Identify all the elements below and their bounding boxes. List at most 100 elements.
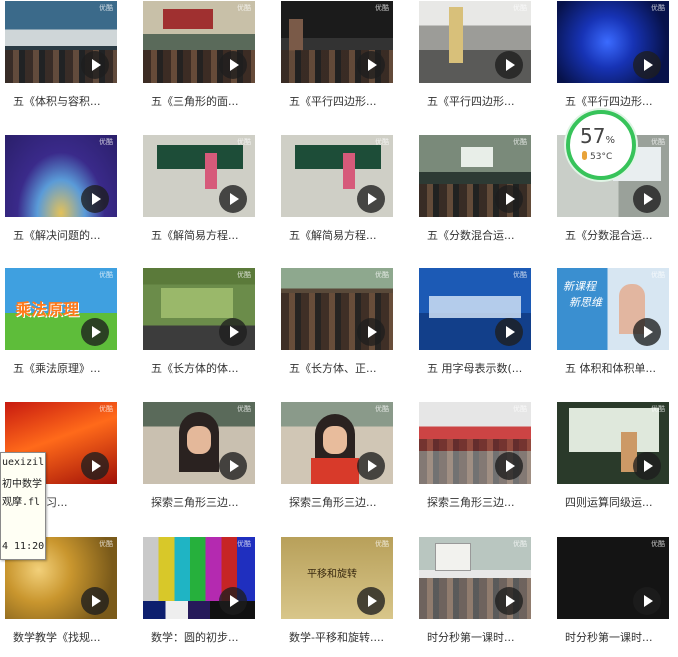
watermark: 优酷 — [237, 405, 251, 413]
video-thumbnail: 优酷 — [281, 268, 393, 350]
play-icon[interactable] — [219, 587, 247, 615]
play-icon[interactable] — [219, 51, 247, 79]
video-tile[interactable]: 优酷 五《解决问题的... — [5, 135, 117, 255]
play-icon[interactable] — [633, 185, 661, 213]
watermark: 优酷 — [375, 540, 389, 548]
video-title[interactable]: 五《分数混合运... — [427, 227, 531, 243]
video-title[interactable]: 五《分数混合运... — [565, 227, 669, 243]
video-tile[interactable]: 优酷 五《平行四边形... — [557, 1, 669, 121]
play-icon[interactable] — [495, 452, 523, 480]
video-tile[interactable]: 乘法原理 优酷 五《乘法原理》... — [5, 268, 117, 388]
video-title[interactable]: 时分秒第一课时... — [565, 629, 669, 645]
video-thumbnail: 优酷 — [143, 402, 255, 484]
video-tile[interactable]: 新课程 新思维 优酷 五 体积和体积单... — [557, 268, 669, 388]
tooltip-line: 4 11:20 — [2, 541, 45, 552]
video-tile[interactable]: 优酷 探索三角形三边... — [419, 402, 531, 522]
video-title[interactable]: 探索三角形三边... — [427, 494, 531, 510]
watermark: 优酷 — [237, 540, 251, 548]
video-title[interactable]: 五《解简易方程... — [289, 227, 393, 243]
watermark: 优酷 — [99, 4, 113, 12]
video-tile[interactable]: 优酷 四则运算同级运... — [557, 402, 669, 522]
play-icon[interactable] — [633, 51, 661, 79]
video-tile[interactable]: 优酷 五《三角形的面... — [143, 1, 255, 121]
video-thumbnail: 优酷 — [5, 1, 117, 83]
video-title[interactable]: 时分秒第一课时... — [427, 629, 531, 645]
thumbnail-title-text: 平移和旋转 — [307, 569, 357, 580]
watermark: 优酷 — [651, 138, 665, 146]
video-title[interactable]: 五《解简易方程... — [151, 227, 255, 243]
temperature-readout: 53°C — [582, 151, 612, 162]
video-title[interactable]: 五《平行四边形... — [565, 93, 669, 109]
play-icon[interactable] — [357, 587, 385, 615]
video-tile[interactable]: 优酷 五《长方体、正... — [281, 268, 393, 388]
video-tile[interactable]: 优酷 五《长方体的体... — [143, 268, 255, 388]
video-grid: 优酷 五《体积与容积... 优酷 五《三角形的面... 优酷 五《平行四边形..… — [0, 0, 678, 652]
watermark: 优酷 — [513, 540, 527, 548]
video-title[interactable]: 五《乘法原理》... — [13, 360, 117, 376]
video-tile[interactable]: 优酷 五《体积与容积... — [5, 1, 117, 121]
video-title[interactable]: 四则运算同级运... — [565, 494, 669, 510]
play-icon[interactable] — [357, 318, 385, 346]
play-icon[interactable] — [81, 185, 109, 213]
video-thumbnail: 优酷 — [419, 537, 531, 619]
play-icon[interactable] — [81, 587, 109, 615]
file-tooltip: uexizil 初中数学 观摩.fl 4 11:20 — [0, 452, 46, 560]
video-title[interactable]: 五 体积和体积单... — [565, 360, 669, 376]
video-tile[interactable]: 优酷 时分秒第一课时... — [557, 537, 669, 657]
thermometer-icon — [582, 151, 587, 160]
video-thumbnail: 优酷 — [557, 1, 669, 83]
video-thumbnail: 优酷 — [419, 1, 531, 83]
memory-usage: 57% — [580, 124, 615, 148]
play-icon[interactable] — [633, 587, 661, 615]
video-tile[interactable]: 优酷 五《平行四边形... — [419, 1, 531, 121]
video-title[interactable]: 探索三角形三边... — [289, 494, 393, 510]
video-thumbnail: 优酷 — [143, 1, 255, 83]
video-title[interactable]: 五《解决问题的... — [13, 227, 117, 243]
video-tile[interactable]: 优酷 探索三角形三边... — [143, 402, 255, 522]
play-icon[interactable] — [219, 452, 247, 480]
video-tile[interactable]: 优酷 五《解简易方程... — [281, 135, 393, 255]
system-monitor-badge[interactable]: 57% 53°C — [566, 110, 636, 180]
video-title[interactable]: 五《体积与容积... — [13, 93, 117, 109]
play-icon[interactable] — [633, 318, 661, 346]
video-title[interactable]: 五《长方体的体... — [151, 360, 255, 376]
memory-usage-unit: % — [605, 135, 615, 146]
video-tile[interactable]: 优酷 时分秒第一课时... — [419, 537, 531, 657]
play-icon[interactable] — [219, 185, 247, 213]
video-tile[interactable]: 优酷 数学：圆的初步... — [143, 537, 255, 657]
video-title[interactable]: 五《三角形的面... — [151, 93, 255, 109]
video-title[interactable]: 数学-平移和旋转.... — [289, 629, 393, 645]
play-icon[interactable] — [219, 318, 247, 346]
play-icon[interactable] — [81, 51, 109, 79]
video-tile[interactable]: 优酷 五《解简易方程... — [143, 135, 255, 255]
video-title[interactable]: 五《平行四边形... — [427, 93, 531, 109]
play-icon[interactable] — [495, 318, 523, 346]
play-icon[interactable] — [357, 51, 385, 79]
play-icon[interactable] — [81, 452, 109, 480]
play-icon[interactable] — [495, 185, 523, 213]
play-icon[interactable] — [495, 51, 523, 79]
video-title[interactable]: 五《长方体、正... — [289, 360, 393, 376]
video-tile[interactable]: 优酷 五《分数混合运... — [419, 135, 531, 255]
video-tile[interactable]: 优酷 五 用字母表示数(... — [419, 268, 531, 388]
video-title[interactable]: 五《平行四边形... — [289, 93, 393, 109]
video-tile[interactable]: 优酷 五《平行四边形... — [281, 1, 393, 121]
video-title[interactable]: 数学教学《找规... — [13, 629, 117, 645]
video-title[interactable]: 探索三角形三边... — [151, 494, 255, 510]
play-icon[interactable] — [357, 185, 385, 213]
play-icon[interactable] — [81, 318, 109, 346]
video-thumbnail: 优酷 — [5, 135, 117, 217]
play-icon[interactable] — [495, 587, 523, 615]
play-icon[interactable] — [633, 452, 661, 480]
video-tile[interactable]: 优酷 探索三角形三边... — [281, 402, 393, 522]
video-thumbnail: 优酷 — [281, 1, 393, 83]
watermark: 优酷 — [237, 4, 251, 12]
video-tile[interactable]: 平移和旋转 优酷 数学-平移和旋转.... — [281, 537, 393, 657]
video-title[interactable]: 五 用字母表示数(... — [427, 360, 531, 376]
video-thumbnail: 优酷 — [419, 268, 531, 350]
play-icon[interactable] — [357, 452, 385, 480]
watermark: 优酷 — [237, 138, 251, 146]
watermark: 优酷 — [651, 4, 665, 12]
video-title[interactable]: 数学：圆的初步... — [151, 629, 255, 645]
watermark: 优酷 — [651, 540, 665, 548]
